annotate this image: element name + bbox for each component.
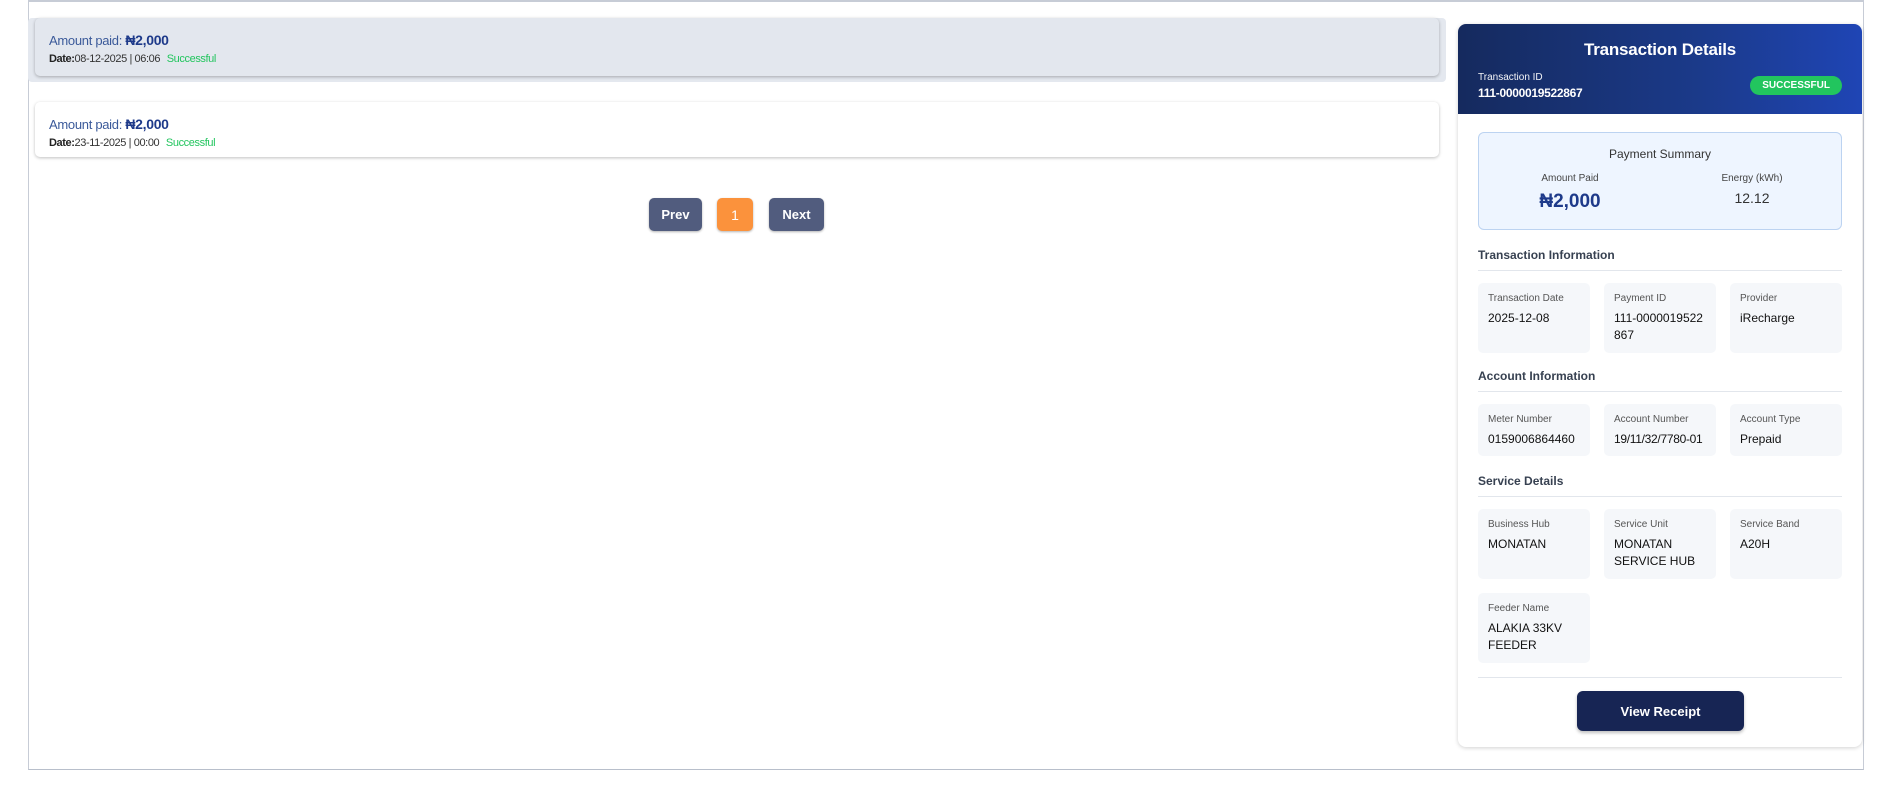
service-band-card: Service Band A20H bbox=[1730, 509, 1842, 579]
account-type-label: Account Type bbox=[1740, 414, 1801, 425]
account-info-title: Account Information bbox=[1478, 369, 1596, 383]
service-band-label: Service Band bbox=[1740, 519, 1800, 530]
service-details-title: Service Details bbox=[1478, 474, 1564, 488]
view-receipt-button[interactable]: View Receipt bbox=[1577, 691, 1744, 731]
amount-label: Amount paid: bbox=[49, 33, 123, 48]
meter-number-card: Meter Number 0159006864460 bbox=[1478, 404, 1590, 456]
transaction-date-card: Transaction Date 2025-12-08 bbox=[1478, 283, 1590, 353]
details-header: Transaction Details Transaction ID 111-0… bbox=[1458, 24, 1862, 114]
business-hub-label: Business Hub bbox=[1488, 519, 1550, 530]
service-unit-label: Service Unit bbox=[1614, 519, 1668, 530]
service-band-value: A20H bbox=[1740, 537, 1771, 551]
amount-value: ₦2,000 bbox=[125, 116, 169, 132]
status-text: Successful bbox=[166, 53, 217, 65]
account-number-card: Account Number 19/11/32/7780-01 bbox=[1604, 404, 1716, 456]
energy-block: Energy (kWh) 12.12 bbox=[1661, 173, 1843, 206]
payment-id-card: Payment ID 111-0000019522867 bbox=[1604, 283, 1716, 353]
summary-title: Payment Summary bbox=[1608, 147, 1712, 161]
section-divider bbox=[1478, 677, 1842, 678]
business-hub-card: Business Hub MONATAN bbox=[1478, 509, 1590, 579]
section-divider bbox=[1478, 391, 1842, 392]
business-hub-value: MONATAN bbox=[1488, 537, 1547, 551]
transaction-details-panel: Transaction Details Transaction ID 111-0… bbox=[1458, 24, 1862, 747]
amount-label: Amount paid: bbox=[49, 117, 123, 132]
meter-number-value: 0159006864460 bbox=[1488, 432, 1575, 446]
next-button[interactable]: Next bbox=[769, 198, 824, 231]
transaction-date-value: 2025-12-08 bbox=[1488, 311, 1550, 325]
transaction-date-label: Transaction Date bbox=[1488, 293, 1564, 304]
payment-id-label: Payment ID bbox=[1614, 293, 1667, 304]
page-1-button[interactable]: 1 bbox=[717, 198, 753, 231]
amount-paid-block: Amount Paid ₦2,000 bbox=[1479, 173, 1661, 213]
service-unit-card: Service Unit MONATAN SERVICE HUB bbox=[1604, 509, 1716, 579]
payment-id-value: 111-0000019522867 bbox=[1614, 311, 1703, 342]
energy-label: Energy (kWh) bbox=[1721, 173, 1783, 184]
transaction-info-title: Transaction Information bbox=[1478, 248, 1615, 262]
amount-paid-value: ₦2,000 bbox=[1539, 191, 1601, 212]
transaction-list: Amount paid: ₦2,000 Date:08-12-2025 | 06… bbox=[28, 18, 1446, 157]
section-divider bbox=[1478, 270, 1842, 271]
date-line: Date:08-12-2025 | 06:06 Successful bbox=[49, 53, 1425, 65]
provider-label: Provider bbox=[1740, 293, 1778, 304]
feeder-name-label: Feeder Name bbox=[1488, 603, 1550, 614]
status-text: Successful bbox=[165, 137, 216, 149]
amount-line: Amount paid: ₦2,000 bbox=[49, 32, 1425, 48]
provider-card: Provider iRecharge bbox=[1730, 283, 1842, 353]
transaction-item-selected[interactable]: Amount paid: ₦2,000 Date:08-12-2025 | 06… bbox=[28, 18, 1446, 82]
prev-button[interactable]: Prev bbox=[649, 198, 702, 231]
account-number-label: Account Number bbox=[1614, 414, 1689, 425]
transaction-item[interactable]: Amount paid: ₦2,000 Date:23-11-2025 | 00… bbox=[35, 102, 1439, 157]
transaction-id-label: Transaction ID bbox=[1478, 72, 1543, 83]
date-value: 23-11-2025 | 00:00 bbox=[74, 137, 160, 149]
pagination: Prev 1 Next bbox=[649, 198, 824, 231]
date-value: 08-12-2025 | 06:06 bbox=[74, 53, 161, 65]
energy-value: 12.12 bbox=[1734, 190, 1770, 206]
date-line: Date:23-11-2025 | 00:00 Successful bbox=[49, 137, 1425, 149]
transaction-id-value: 111-0000019522867 bbox=[1478, 86, 1583, 100]
amount-paid-label: Amount Paid bbox=[1541, 173, 1599, 184]
account-type-value: Prepaid bbox=[1740, 432, 1782, 446]
status-badge: SUCCESSFUL bbox=[1750, 76, 1842, 95]
details-title: Transaction Details bbox=[1583, 40, 1737, 59]
account-number-value: 19/11/32/7780-01 bbox=[1614, 432, 1703, 446]
meter-number-label: Meter Number bbox=[1488, 414, 1552, 425]
date-label: Date: bbox=[49, 137, 75, 149]
payment-summary: Payment Summary Amount Paid ₦2,000 Energ… bbox=[1478, 132, 1842, 230]
feeder-name-card: Feeder Name ALAKIA 33KV FEEDER bbox=[1478, 593, 1590, 663]
service-unit-value: MONATAN SERVICE HUB bbox=[1614, 537, 1696, 568]
transaction-card[interactable]: Amount paid: ₦2,000 Date:08-12-2025 | 06… bbox=[35, 18, 1439, 76]
amount-line: Amount paid: ₦2,000 bbox=[49, 116, 1425, 132]
date-label: Date: bbox=[49, 53, 75, 65]
section-divider bbox=[1478, 496, 1842, 497]
feeder-name-value: ALAKIA 33KV FEEDER bbox=[1488, 621, 1563, 652]
account-type-card: Account Type Prepaid bbox=[1730, 404, 1842, 456]
provider-value: iRecharge bbox=[1740, 311, 1795, 325]
amount-value: ₦2,000 bbox=[125, 32, 169, 48]
